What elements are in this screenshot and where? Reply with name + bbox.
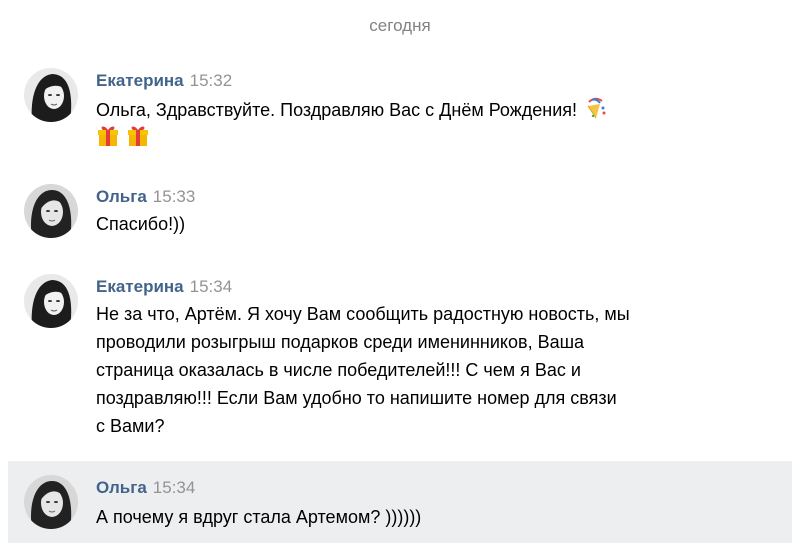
message-header: Ольга 15:33 [96, 187, 195, 207]
avatar[interactable] [24, 184, 78, 238]
message-header: Ольга 15:34 [96, 478, 195, 498]
date-separator: сегодня [369, 16, 431, 35]
message-item[interactable]: Екатерина 15:32 Ольга, Здравствуйте. Позд… [0, 60, 800, 160]
author-name[interactable]: Ольга [96, 187, 147, 206]
gift-icon [96, 124, 120, 153]
message-text-line: проводили розыгрыш подарков среди именин… [96, 332, 585, 352]
emoji-row [96, 124, 150, 153]
avatar[interactable] [24, 68, 78, 122]
message-text-line: Не за что, Артём. Я хочу Вам сообщить ра… [96, 304, 630, 324]
message-item[interactable]: Ольга 15:33 Спасибо!)) [0, 176, 800, 246]
message-text: А почему я вдруг стала Артемом? )))))) [96, 507, 422, 527]
message-text-line: с Вами? [96, 416, 165, 436]
message-text-line: поздравляю!!! Если Вам удобно то напишит… [96, 388, 617, 408]
message-text: Спасибо!)) [96, 214, 186, 234]
party-popper-icon [582, 94, 608, 128]
author-name[interactable]: Екатерина [96, 277, 184, 296]
message-header: Екатерина 15:34 [96, 277, 232, 297]
message-text-line: страница оказалась в числе победителей!!… [96, 360, 581, 380]
message-text: Ольга, Здравствуйте. Поздравляю Вас с Дн… [96, 94, 706, 128]
message-text-line: Ольга, Здравствуйте. Поздравляю Вас с Дн… [96, 99, 578, 120]
avatar[interactable] [24, 475, 78, 529]
message-time[interactable]: 15:32 [190, 71, 233, 90]
message-item-selected[interactable]: Ольга 15:34 А почему я вдруг стала Артемо… [8, 461, 792, 543]
message-time[interactable]: 15:34 [190, 277, 233, 296]
message-text: Не за что, Артём. Я хочу Вам сообщить ра… [96, 300, 706, 440]
gift-icon [126, 124, 150, 153]
author-name[interactable]: Ольга [96, 478, 147, 497]
message-item[interactable]: Екатерина 15:34 Не за что, Артём. Я хочу … [0, 266, 800, 446]
author-name[interactable]: Екатерина [96, 71, 184, 90]
message-time[interactable]: 15:33 [153, 187, 196, 206]
avatar[interactable] [24, 274, 78, 328]
message-time[interactable]: 15:34 [153, 478, 196, 497]
message-header: Екатерина 15:32 [96, 71, 232, 91]
